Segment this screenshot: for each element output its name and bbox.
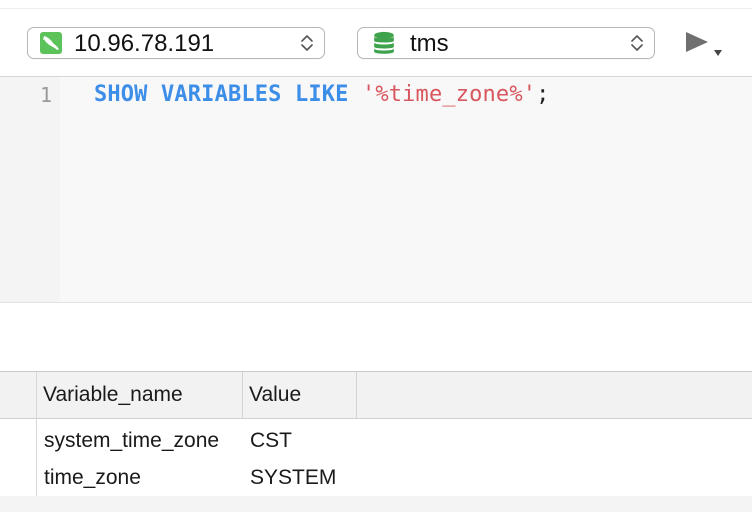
line-number: 1 [39,83,52,107]
cell-variable-name[interactable]: time_zone [44,459,141,496]
database-icon [374,31,394,54]
server-label: 10.96.78.191 [74,30,215,57]
sql-editor[interactable]: 1 SHOW VARIABLES LIKE '%time_zone%'; [0,77,752,302]
column-header-value[interactable]: Value [243,372,357,418]
dropdown-arrow-icon [714,50,722,56]
table-row[interactable]: time_zone SYSTEM [37,459,752,496]
updown-chevron-icon [631,35,643,51]
cell-value[interactable]: SYSTEM [250,459,336,496]
updown-chevron-icon [301,35,313,51]
sql-keyword: VARIABLES [161,82,282,107]
line-number-gutter: 1 [0,77,60,302]
cell-variable-name[interactable]: system_time_zone [44,422,219,459]
code-line[interactable]: SHOW VARIABLES LIKE '%time_zone%'; [94,82,550,107]
results-grid: system_time_zone CST time_zone SYSTEM [0,419,752,512]
mysql-dolphin-icon [40,32,62,54]
results-grid-header: Variable_name Value [0,371,752,419]
column-header-variable-name[interactable]: Variable_name [37,372,243,418]
database-label: tms [410,30,449,57]
toolbar: 10.96.78.191 tms [0,0,752,77]
cell-value[interactable]: CST [250,422,292,459]
toolbar-top-divider [0,8,752,9]
table-row[interactable]: system_time_zone CST [37,422,752,459]
sql-keyword: SHOW [94,82,148,107]
empty-row [37,496,752,512]
database-selector[interactable]: tms [357,27,655,59]
sql-keyword: LIKE [294,82,349,107]
pane-spacer [0,303,752,372]
play-icon [686,32,708,52]
empty-row-handle [0,496,37,512]
sql-string-literal: '%time_zone%' [361,82,537,107]
sql-terminator: ; [536,82,550,107]
server-selector[interactable]: 10.96.78.191 [27,27,325,59]
row-header-column [0,372,37,418]
run-query-button[interactable] [684,30,728,64]
